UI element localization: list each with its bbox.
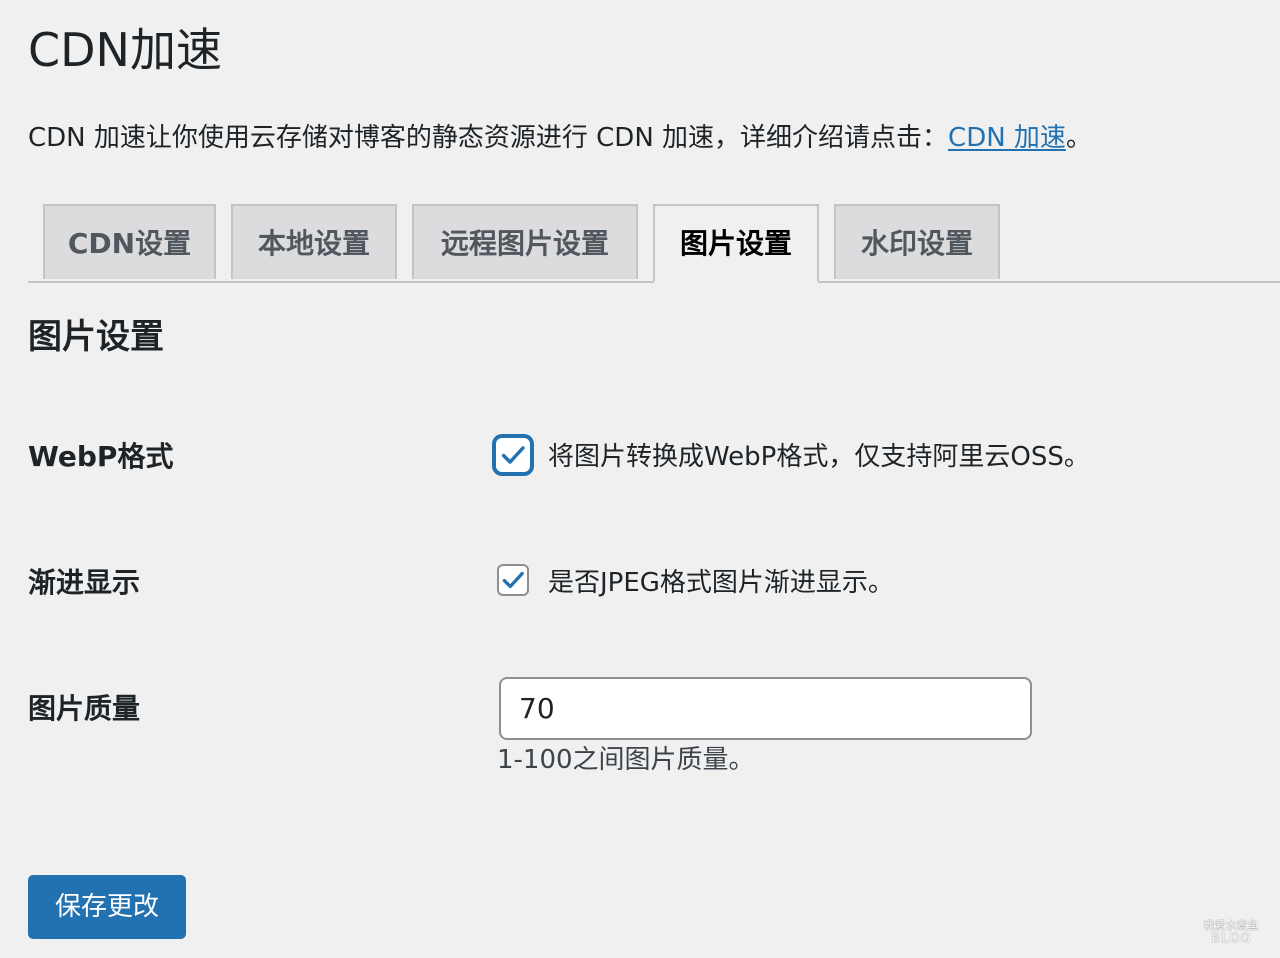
tab-remote-image-settings[interactable]: 远程图片设置: [412, 204, 638, 279]
site-watermark: 我爱水煮鱼 BLOG: [1196, 920, 1266, 945]
tab-bar: CDN设置 本地设置 远程图片设置 图片设置 水印设置: [28, 204, 1280, 283]
cdn-link[interactable]: CDN 加速: [948, 123, 1066, 153]
watermark-bottom: BLOG: [1210, 931, 1252, 945]
check-icon: [502, 571, 524, 589]
page-title: CDN加速: [28, 23, 222, 77]
progressive-label: 渐进显示: [28, 566, 141, 599]
save-button[interactable]: 保存更改: [28, 875, 186, 939]
check-icon: [501, 446, 525, 464]
intro-suffix: 。: [1065, 123, 1092, 153]
quality-label: 图片质量: [28, 692, 141, 725]
quality-description: 1-100之间图片质量。: [497, 745, 755, 775]
webp-description: 将图片转换成WebP格式，仅支持阿里云OSS。: [548, 442, 1090, 472]
quality-input[interactable]: [499, 677, 1032, 740]
tab-image-settings[interactable]: 图片设置: [653, 204, 819, 283]
tab-watermark-settings[interactable]: 水印设置: [834, 204, 1000, 279]
progressive-checkbox[interactable]: [497, 564, 529, 596]
progressive-description: 是否JPEG格式图片渐进显示。: [548, 568, 894, 598]
tab-local-settings[interactable]: 本地设置: [231, 204, 397, 279]
webp-checkbox[interactable]: [494, 436, 532, 474]
tab-cdn-settings[interactable]: CDN设置: [43, 204, 216, 279]
intro-paragraph: CDN 加速让你使用云存储对博客的静态资源进行 CDN 加速，详细介绍请点击：C…: [28, 118, 1092, 158]
section-title: 图片设置: [28, 317, 164, 357]
intro-text: CDN 加速让你使用云存储对博客的静态资源进行 CDN 加速，详细介绍请点击：: [28, 123, 949, 153]
webp-label: WebP格式: [28, 440, 174, 473]
